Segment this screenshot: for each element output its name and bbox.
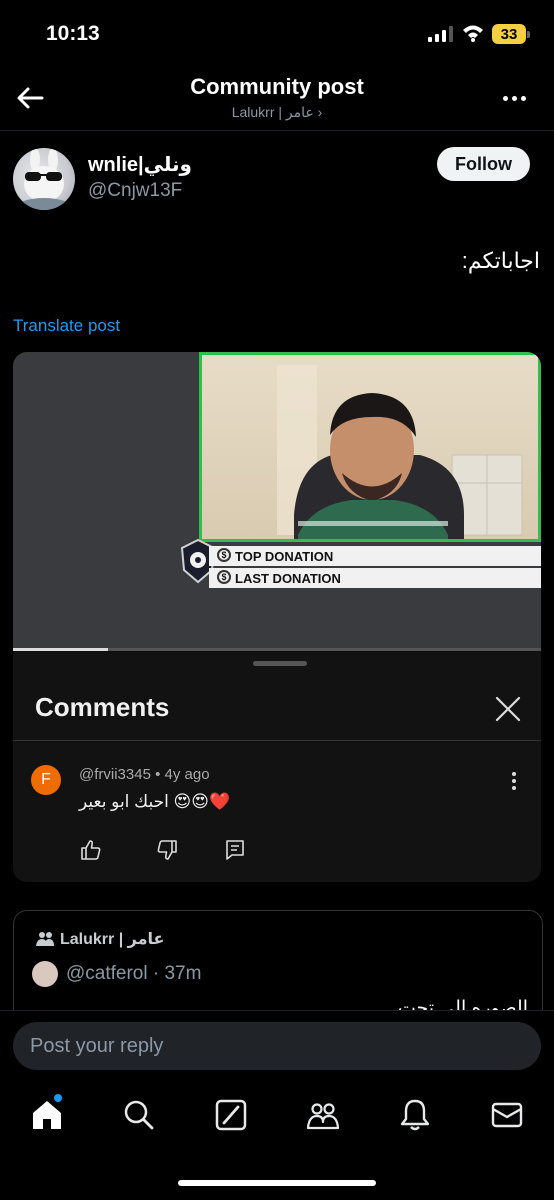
author-handle[interactable]: @Cnjw13F xyxy=(88,180,182,202)
last-donation-label: LAST DONATION xyxy=(235,570,341,586)
top-donation-label: TOP DONATION xyxy=(235,548,334,564)
post-media[interactable]: $ TOP DONATION $ LAST DONATION Comments … xyxy=(13,352,541,882)
header-divider xyxy=(0,130,554,131)
reply-input[interactable]: Post your reply xyxy=(13,1022,541,1070)
notifications-icon[interactable] xyxy=(398,1098,432,1132)
comments-title: Comments xyxy=(35,692,170,722)
video-progress-fill xyxy=(13,648,109,651)
author-avatar[interactable] xyxy=(13,148,75,210)
follow-button[interactable]: Follow xyxy=(437,147,530,181)
comments-divider xyxy=(13,740,541,741)
dislike-icon[interactable] xyxy=(155,838,179,862)
post-text: اجاباتكم: xyxy=(461,248,540,273)
comment-text: احبك ابو بعير 😍😍❤️ xyxy=(79,792,231,811)
page-title: Community post xyxy=(190,74,364,99)
wifi-icon xyxy=(463,25,483,42)
drag-handle[interactable] xyxy=(253,661,307,666)
home-indicator xyxy=(178,1180,376,1186)
home-notification-dot xyxy=(54,1094,62,1102)
last-donation-bar: $ LAST DONATION xyxy=(209,568,541,588)
search-icon[interactable] xyxy=(122,1098,156,1132)
battery-indicator: 33 xyxy=(492,24,530,44)
close-icon[interactable] xyxy=(493,694,523,724)
quoted-author-handle[interactable]: @catferol · 37m xyxy=(66,963,201,985)
status-time: 10:13 xyxy=(46,22,100,45)
top-donation-bar: $ TOP DONATION xyxy=(209,546,541,566)
messages-icon[interactable] xyxy=(490,1098,524,1132)
comment-menu-icon[interactable] xyxy=(509,772,519,794)
quoted-community-name[interactable]: Lalukrr | عامر xyxy=(60,929,164,949)
grok-icon[interactable] xyxy=(214,1098,248,1132)
author-name[interactable]: wnlie|ونلي xyxy=(88,152,192,177)
translate-post-link[interactable]: Translate post xyxy=(13,316,120,336)
communities-icon[interactable] xyxy=(306,1098,340,1132)
webcam-overlay xyxy=(199,352,541,542)
like-icon[interactable] xyxy=(79,838,103,862)
community-icon xyxy=(36,932,54,946)
reply-comment-icon[interactable] xyxy=(223,838,247,862)
quoted-author-avatar[interactable] xyxy=(32,961,58,987)
cellular-signal-icon xyxy=(428,26,453,42)
more-options-icon[interactable] xyxy=(498,86,530,110)
home-icon[interactable] xyxy=(30,1098,64,1132)
commenter-avatar[interactable]: F xyxy=(31,765,61,795)
community-link[interactable]: Lalukrr | عامر › xyxy=(0,104,554,121)
comment-meta: @frvii3345 • 4y ago xyxy=(79,766,210,783)
